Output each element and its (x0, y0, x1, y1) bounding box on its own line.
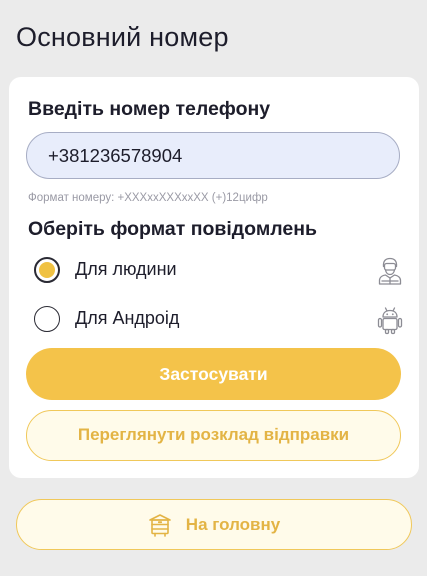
phone-section-label: Введіть номер телефону (28, 98, 271, 120)
view-schedule-button[interactable]: Переглянути розклад відправки (26, 410, 401, 461)
format-option-android-label: Для Андроід (75, 308, 180, 328)
home-button-label: На головну (185, 514, 281, 534)
phone-input[interactable] (26, 132, 400, 179)
android-icon (377, 307, 403, 335)
format-option-human-label: Для людини (75, 259, 177, 279)
phone-format-hint: Формат номеру: +XXXxxXXXxxXX (+)12цифр (28, 192, 268, 204)
person-icon (378, 257, 402, 285)
format-option-android[interactable]: Для Андроід (34, 305, 404, 335)
radio-human[interactable] (34, 257, 60, 283)
radio-android[interactable] (34, 306, 60, 332)
settings-card: Введіть номер телефону Формат номеру: +X… (9, 77, 419, 478)
page-title: Основний номер (16, 22, 229, 52)
apply-button[interactable]: Застосувати (26, 348, 401, 400)
beehive-icon (148, 513, 171, 537)
format-section-label: Оберіть формат повідомлень (28, 218, 317, 240)
home-button[interactable]: На головну (16, 499, 412, 550)
format-option-human[interactable]: Для людини (34, 256, 404, 286)
